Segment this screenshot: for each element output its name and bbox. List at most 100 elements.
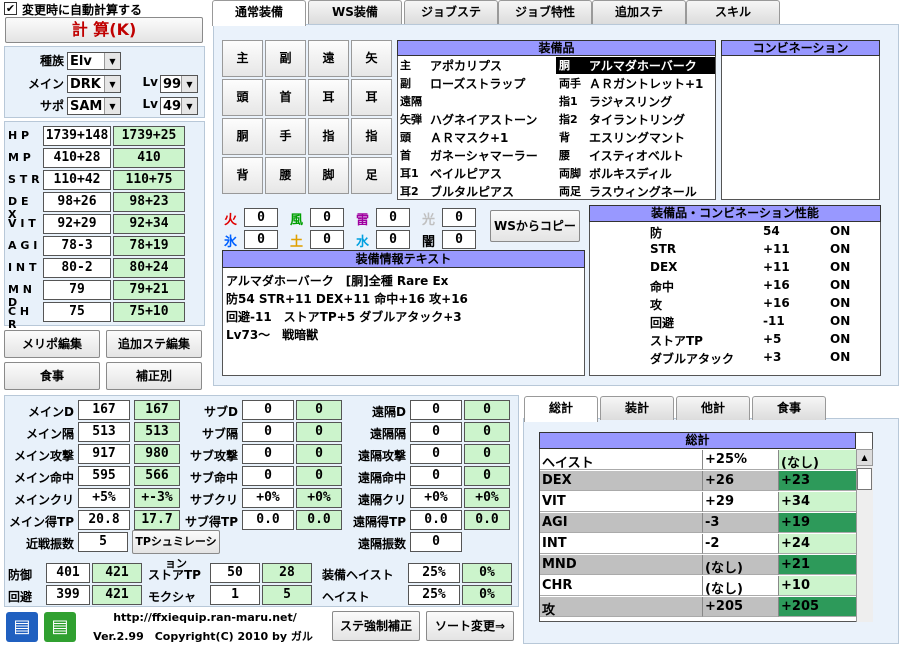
equip-item-name[interactable]: ガネーシャマーラー bbox=[430, 147, 538, 164]
element-value[interactable]: 0 bbox=[310, 208, 344, 227]
correction-button[interactable]: 補正別 bbox=[106, 362, 202, 390]
site-url[interactable]: http://ffxiequip.ran-maru.net/ bbox=[100, 611, 310, 624]
battle-stat-label: メインクリ bbox=[13, 493, 74, 507]
element-value[interactable]: 0 bbox=[376, 230, 410, 249]
equip-item-name[interactable]: タイラントリング bbox=[589, 111, 685, 128]
battle-stat-label: サブ攻撃 bbox=[189, 449, 238, 463]
perf-stat-state[interactable]: ON bbox=[830, 314, 850, 328]
scroll-thumb[interactable] bbox=[857, 468, 872, 490]
equip-item-name[interactable]: ボルキスディル bbox=[589, 165, 672, 182]
battle-stat-label: メイン得TP bbox=[9, 515, 74, 529]
merit-button[interactable]: メリポ編集 bbox=[4, 330, 100, 358]
tab-0[interactable]: 通常装備 bbox=[212, 0, 306, 26]
equip-slot-button[interactable]: 脚 bbox=[308, 157, 349, 194]
perf-stat-state[interactable]: ON bbox=[830, 296, 850, 310]
stat-base-value: 92+29 bbox=[43, 214, 111, 234]
perf-stat-state[interactable]: ON bbox=[830, 332, 850, 346]
sub-lv-select[interactable]: 49 ▼ bbox=[160, 97, 198, 115]
total-row-bg bbox=[540, 597, 702, 617]
equip-slot-label: 遠隔 bbox=[400, 95, 422, 108]
equip-item-name[interactable]: アルマダホーバーク bbox=[589, 57, 697, 74]
total-stat-name: DEX bbox=[542, 473, 572, 488]
battle-stat-total: +-3% bbox=[134, 488, 180, 508]
food-button[interactable]: 食事 bbox=[4, 362, 100, 390]
equip-item-name[interactable]: ＡＲマスク+1 bbox=[430, 129, 508, 146]
equip-item-name[interactable]: ブルタルピアス bbox=[430, 183, 514, 200]
equip-slot-button[interactable]: 指 bbox=[351, 118, 392, 155]
stat-fix-button[interactable]: ステ強制補正 bbox=[332, 611, 420, 641]
sub-job-label: サポ bbox=[39, 99, 64, 113]
equip-slot-button[interactable]: 矢 bbox=[351, 40, 392, 77]
melee-hits-value[interactable]: 5 bbox=[78, 532, 128, 552]
ws-copy-button[interactable]: WSからコピー bbox=[490, 210, 580, 242]
element-value[interactable]: 0 bbox=[376, 208, 410, 227]
equip-slot-button[interactable]: 頭 bbox=[222, 79, 263, 116]
perf-stat-state[interactable]: ON bbox=[830, 350, 850, 364]
tab-2[interactable]: ジョブステ bbox=[404, 0, 498, 24]
main-lv-select[interactable]: 99 ▼ bbox=[160, 75, 198, 93]
element-value[interactable]: 0 bbox=[244, 208, 278, 227]
auto-calc-label: 変更時に自動計算する bbox=[22, 3, 143, 17]
tab-1[interactable]: WS装備 bbox=[308, 0, 402, 24]
race-select[interactable]: Elv ▼ bbox=[67, 52, 121, 70]
calc-button[interactable]: 計 算(K) bbox=[5, 17, 203, 43]
battle-stat-value: 20.8 bbox=[78, 510, 130, 530]
equip-slot-button[interactable]: 主 bbox=[222, 40, 263, 77]
element-value[interactable]: 0 bbox=[442, 208, 476, 227]
main-job-select[interactable]: DRK ▼ bbox=[67, 75, 121, 93]
element-value[interactable]: 0 bbox=[310, 230, 344, 249]
bottom-tab-1[interactable]: 装計 bbox=[600, 396, 674, 420]
battle-stat-value: 0 bbox=[242, 466, 294, 486]
sub-job-select[interactable]: SAM ▼ bbox=[67, 97, 121, 115]
equip-slot-button[interactable]: 背 bbox=[222, 157, 263, 194]
equip-slot-button[interactable]: 副 bbox=[265, 40, 306, 77]
equip-item-name[interactable]: ラスウィングネール bbox=[589, 183, 697, 200]
stat-total-value: 78+19 bbox=[113, 236, 185, 256]
auto-calc-checkbox[interactable]: ✔ bbox=[4, 2, 17, 15]
bottom-tab-2[interactable]: 他計 bbox=[676, 396, 750, 420]
scroll-up-icon[interactable]: ▲ bbox=[856, 449, 873, 466]
main-job-label: メイン bbox=[27, 77, 64, 91]
tab-3[interactable]: ジョブ特性 bbox=[498, 0, 592, 24]
battle-eva-value: 399 bbox=[46, 585, 90, 605]
save-icon[interactable]: ▤ bbox=[6, 612, 38, 642]
perf-stat-state[interactable]: ON bbox=[830, 278, 850, 292]
equip-item-name[interactable]: ローズストラップ bbox=[430, 75, 525, 92]
equip-slot-button[interactable]: 腰 bbox=[265, 157, 306, 194]
tab-5[interactable]: スキル bbox=[686, 0, 780, 24]
stat-base-value: 1739+148 bbox=[43, 126, 111, 146]
equip-slot-button[interactable]: 遠 bbox=[308, 40, 349, 77]
total-stat-a: (なし) bbox=[705, 582, 743, 597]
equip-slot-button[interactable]: 指 bbox=[308, 118, 349, 155]
tp-sim-button[interactable]: TPシュミレーション bbox=[132, 530, 220, 570]
equip-item-name[interactable]: ベイルピアス bbox=[430, 165, 502, 182]
equip-item-name[interactable]: ハグネイアストーン bbox=[430, 111, 537, 128]
equip-item-name[interactable]: エスリングマント bbox=[589, 129, 685, 146]
bottom-tab-3[interactable]: 食事 bbox=[752, 396, 826, 420]
perf-stat-name: STR bbox=[650, 242, 677, 256]
element-value[interactable]: 0 bbox=[244, 230, 278, 249]
equip-slot-button[interactable]: 耳 bbox=[308, 79, 349, 116]
equip-slot-button[interactable]: 手 bbox=[265, 118, 306, 155]
equip-slot-button[interactable]: 首 bbox=[265, 79, 306, 116]
equip-item-name[interactable]: ＡＲガントレット+1 bbox=[589, 75, 703, 92]
extra-stats-button[interactable]: 追加ステ編集 bbox=[106, 330, 202, 358]
bottom-tab-0[interactable]: 総計 bbox=[524, 396, 598, 422]
equip-item-name[interactable]: アポカリプス bbox=[430, 57, 502, 74]
ranged-hits-value[interactable]: 0 bbox=[410, 532, 462, 552]
perf-stat-value: +3 bbox=[763, 350, 782, 364]
perf-stat-state[interactable]: ON bbox=[830, 242, 850, 256]
equip-item-name[interactable]: イスティオベルト bbox=[589, 147, 684, 164]
sort-button[interactable]: ソート変更⇒ bbox=[426, 611, 514, 641]
element-value[interactable]: 0 bbox=[442, 230, 476, 249]
load-icon[interactable]: ▤ bbox=[44, 612, 76, 642]
tab-4[interactable]: 追加ステ bbox=[592, 0, 686, 24]
battle-stp-value: 50 bbox=[210, 563, 260, 583]
perf-stat-state[interactable]: ON bbox=[830, 224, 850, 238]
battle-stat-value: 595 bbox=[78, 466, 130, 486]
equip-item-name[interactable]: ラジャスリング bbox=[589, 93, 672, 110]
perf-stat-state[interactable]: ON bbox=[830, 260, 850, 274]
equip-slot-button[interactable]: 胴 bbox=[222, 118, 263, 155]
equip-slot-button[interactable]: 耳 bbox=[351, 79, 392, 116]
equip-slot-button[interactable]: 足 bbox=[351, 157, 392, 194]
